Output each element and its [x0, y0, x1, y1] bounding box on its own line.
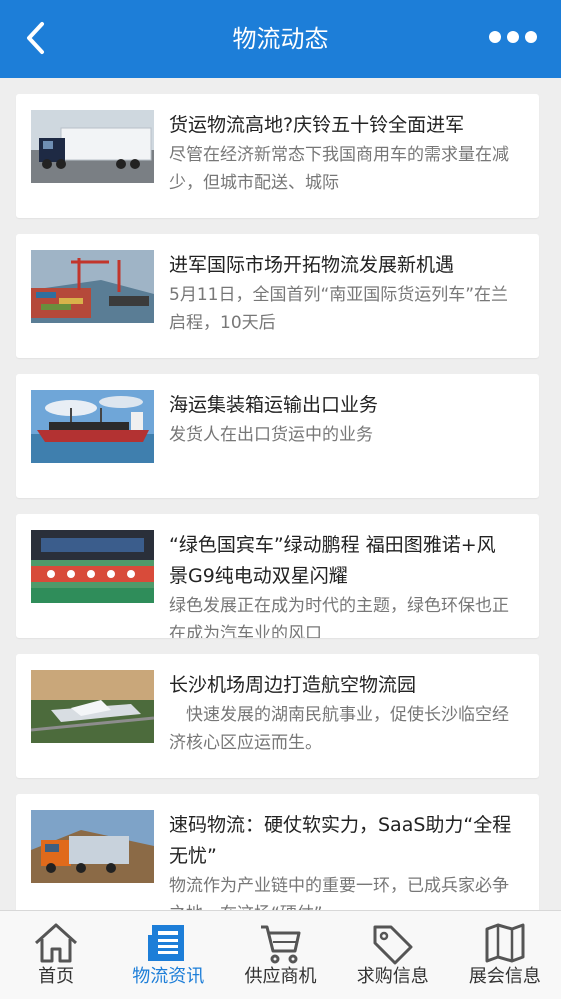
article-summary: 绿色发展正在成为时代的主题，绿色环保也正在成为汽车业的风口	[169, 596, 509, 638]
more-dots-icon	[489, 31, 537, 43]
article-title: 海运集装箱运输出口业务	[169, 394, 379, 416]
tab-label: 首页	[38, 966, 75, 987]
tab-purchase[interactable]: 求购信息	[337, 911, 449, 999]
article-card[interactable]: 速码物流：硬仗软实力，SaaS助力“全程无忧” 物流作为产业链中的重要一环，已成…	[16, 794, 539, 910]
tag-icon	[373, 925, 413, 965]
bottom-tab-bar: 首页 物流资讯 供应商机 求购信息 展会信息	[0, 910, 561, 999]
article-summary: 5月11日，全国首列“南亚国际货运列车”在兰启程，10天后	[169, 285, 509, 333]
article-thumbnail-airport	[31, 670, 154, 743]
tab-label: 供应商机	[244, 966, 317, 987]
cart-icon	[260, 925, 300, 964]
article-title: 长沙机场周边打造航空物流园	[169, 674, 417, 696]
tab-exhibition[interactable]: 展会信息	[449, 911, 561, 999]
article-thumbnail-truck	[31, 110, 154, 183]
page-title: 物流动态	[232, 25, 329, 53]
article-card[interactable]: “绿色国宾车”绿动鹏程 福田图雅诺+风景G9纯电动双星闪耀 绿色发展正在成为时代…	[16, 514, 539, 638]
article-summary: 快速发展的湖南民航事业，促使长沙临空经济核心区应运而生。	[169, 705, 509, 753]
article-card[interactable]: 进军国际市场开拓物流发展新机遇 5月11日，全国首列“南亚国际货运列车”在兰启程…	[16, 234, 539, 358]
article-summary: 尽管在经济新常态下我国商用车的需求量在减少，但城市配送、城际	[169, 145, 509, 193]
article-title: 货运物流高地?庆铃五十铃全面进军	[169, 114, 465, 136]
article-thumbnail-port	[31, 250, 154, 323]
article-thumbnail-orange-truck	[31, 810, 154, 883]
tab-label: 求购信息	[356, 966, 429, 987]
article-title: 进军国际市场开拓物流发展新机遇	[169, 254, 455, 276]
article-card[interactable]: 长沙机场周边打造航空物流园 快速发展的湖南民航事业，促使长沙临空经济核心区应运而…	[16, 654, 539, 778]
article-list[interactable]: 货运物流高地?庆铃五十铃全面进军 尽管在经济新常态下我国商用车的需求量在减少，但…	[0, 78, 561, 910]
tab-supply[interactable]: 供应商机	[224, 911, 336, 999]
news-icon	[148, 925, 185, 961]
back-button[interactable]	[20, 20, 54, 56]
more-button[interactable]	[487, 26, 539, 48]
article-title: 速码物流：硬仗软实力，SaaS助力“全程无忧”	[169, 814, 512, 867]
article-card[interactable]: 货运物流高地?庆铃五十铃全面进军 尽管在经济新常态下我国商用车的需求量在减少，但…	[16, 94, 539, 218]
article-thumbnail-ship	[31, 390, 154, 463]
article-thumbnail-event	[31, 530, 154, 603]
tab-label: 物流资讯	[132, 966, 205, 987]
article-card[interactable]: 海运集装箱运输出口业务 发货人在出口货运中的业务	[16, 374, 539, 498]
map-icon	[485, 923, 525, 963]
article-summary: 物流作为产业链中的重要一环，已成兵家必争之地，在这场“硬仗”	[169, 876, 509, 910]
tab-label: 展会信息	[468, 966, 541, 987]
home-icon	[35, 923, 78, 963]
tab-news[interactable]: 物流资讯	[112, 911, 224, 999]
article-title: “绿色国宾车”绿动鹏程 福田图雅诺+风景G9纯电动双星闪耀	[169, 534, 496, 587]
tab-home[interactable]: 首页	[0, 911, 112, 999]
chevron-left-icon	[27, 22, 44, 54]
article-summary: 发货人在出口货运中的业务	[169, 425, 373, 445]
top-bar: 物流动态	[0, 0, 561, 78]
